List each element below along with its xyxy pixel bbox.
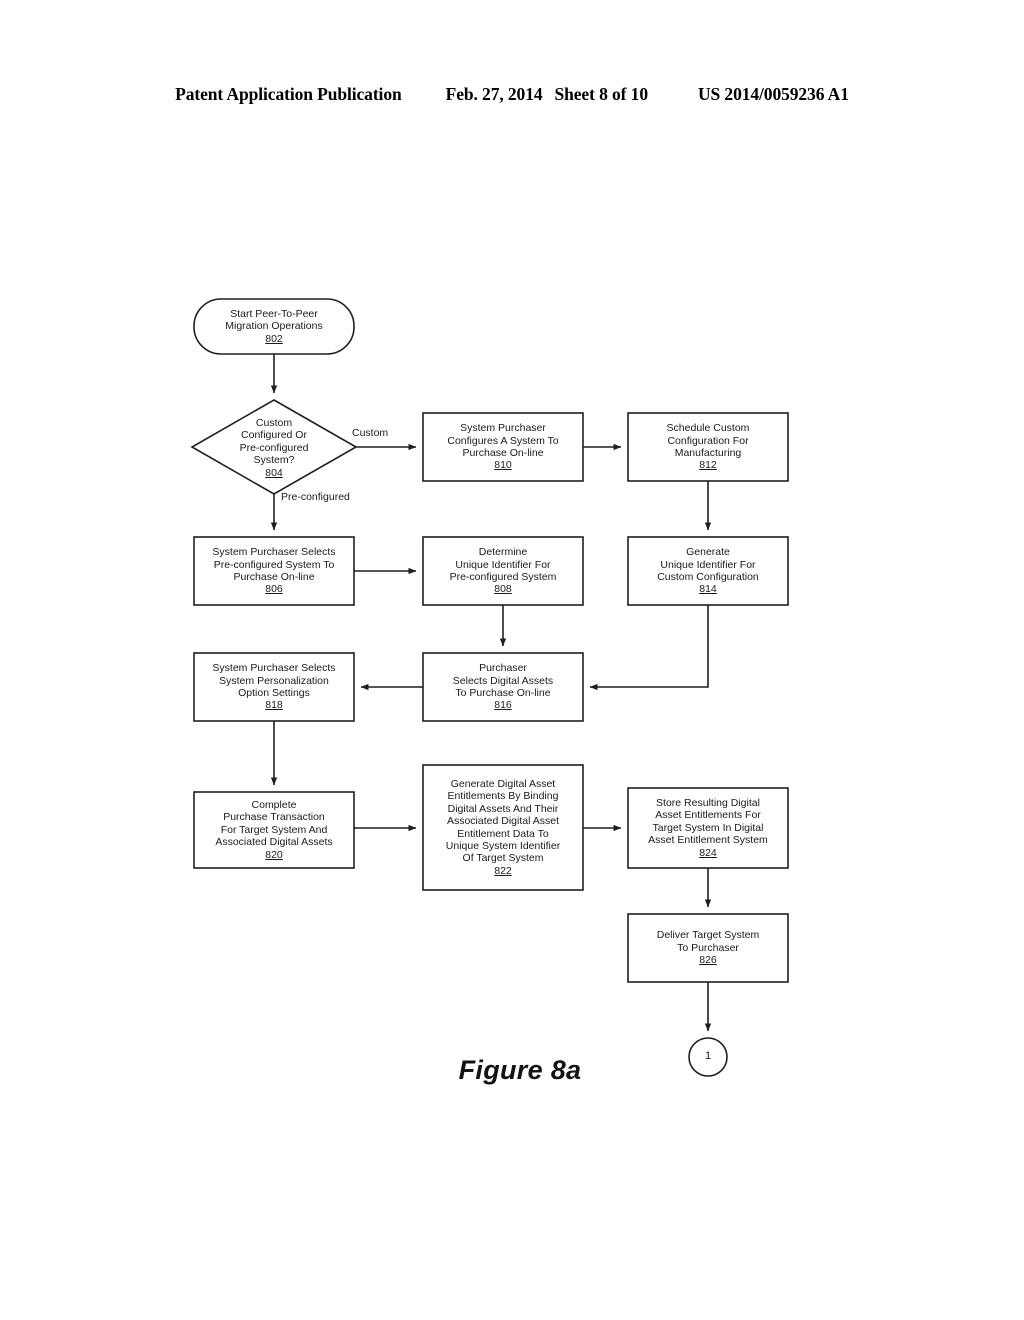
flowchart-diagram: Start Peer-To-Peer Migration Operations … bbox=[0, 0, 1024, 1320]
shape-806 bbox=[193, 536, 355, 606]
edge-814-816 bbox=[589, 605, 709, 691]
figure-caption: Figure 8a bbox=[458, 1055, 582, 1085]
shape-826 bbox=[627, 913, 789, 983]
shape-810 bbox=[422, 412, 584, 482]
shape-814 bbox=[627, 536, 789, 606]
shape-820 bbox=[193, 791, 355, 869]
shape-808 bbox=[422, 536, 584, 606]
connector-1-label: 1 bbox=[704, 1050, 712, 1062]
shape-822 bbox=[422, 764, 584, 891]
shape-824 bbox=[627, 787, 789, 869]
shape-818 bbox=[193, 652, 355, 722]
shape-802 bbox=[193, 298, 355, 355]
shape-812 bbox=[627, 412, 789, 482]
edge-label-preconfigured: Pre-configured bbox=[281, 491, 350, 503]
shape-816 bbox=[422, 652, 584, 722]
shape-804 bbox=[190, 399, 358, 495]
edge-label-custom: Custom bbox=[352, 427, 389, 439]
flowchart-canvas bbox=[190, 298, 789, 1077]
